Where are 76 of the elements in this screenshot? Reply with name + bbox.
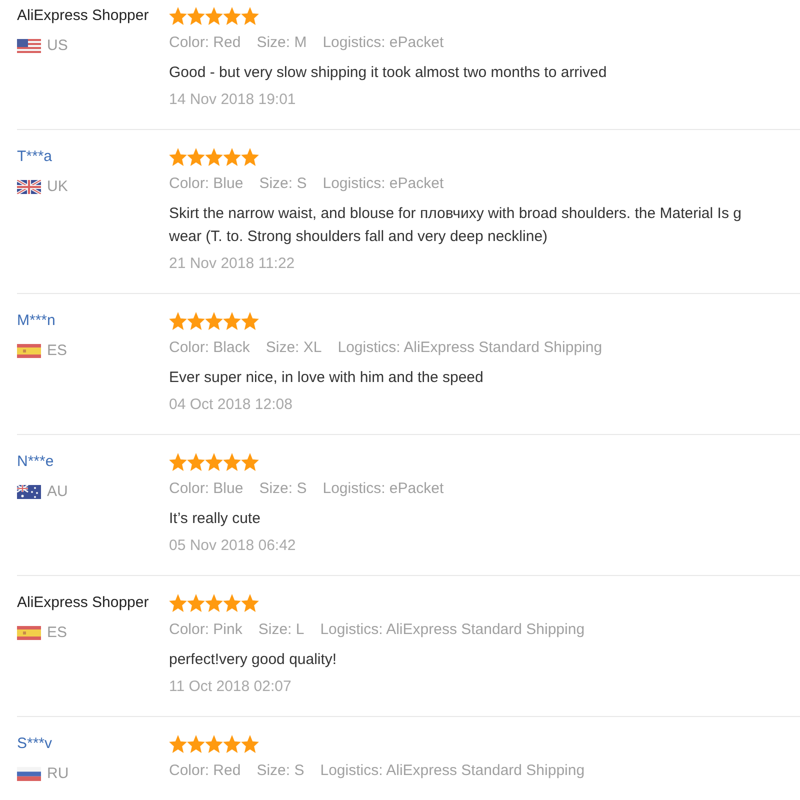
flag-icon xyxy=(17,767,41,781)
review-text: Skirt the narrow waist, and blouse for пловчиху with broad shoulders. the Material Is g wear (T. to. Strong shoulders fall and very deep neckline) xyxy=(169,204,742,247)
reviewer-link[interactable]: S***v xyxy=(17,734,52,754)
order-detail: Size: M xyxy=(256,33,307,53)
order-detail: Color: Blue xyxy=(169,479,244,499)
star-icon xyxy=(169,7,187,25)
country-code: UK xyxy=(47,177,68,197)
star-icon xyxy=(169,453,187,471)
order-detail: Logistics: ePacket xyxy=(322,479,444,499)
flag-icon xyxy=(17,344,41,358)
star-icon xyxy=(241,594,259,612)
flag-icon xyxy=(17,485,41,499)
reviewer-link[interactable]: T***a xyxy=(17,147,52,167)
flag-icon xyxy=(17,180,41,194)
flag-icon xyxy=(17,626,41,640)
review-text: Ever super nice, in love with him and the speed xyxy=(169,368,484,388)
star-icon xyxy=(241,312,259,330)
country-code: RU xyxy=(47,764,69,784)
review-text: It’s really cute xyxy=(169,509,260,529)
order-detail: Size: L xyxy=(258,620,304,640)
review-text: perfect!very good quality! xyxy=(169,650,337,670)
star-icon xyxy=(223,148,241,166)
star-icon xyxy=(223,312,241,330)
country-code: ES xyxy=(47,341,68,361)
review-date: 21 Nov 2018 11:22 xyxy=(169,254,295,274)
order-detail: Size: S xyxy=(256,761,304,781)
order-detail: Color: Black xyxy=(169,338,250,358)
order-detail: Logistics: ePacket xyxy=(322,174,444,194)
star-icon xyxy=(223,453,241,471)
review-text: Good - but very slow shipping it took almost two months to arrived xyxy=(169,63,607,83)
order-detail: Color: Red xyxy=(169,33,241,53)
star-icon xyxy=(205,312,223,330)
order-detail: Size: XL xyxy=(266,338,322,358)
order-detail: Color: Red xyxy=(169,761,241,781)
star-icon xyxy=(223,735,241,753)
star-icon xyxy=(241,453,259,471)
star-icon xyxy=(169,148,187,166)
star-icon xyxy=(241,148,259,166)
star-icon xyxy=(241,735,259,753)
star-icon xyxy=(187,735,205,753)
reviewer-name: AliExpress Shopper xyxy=(17,593,149,613)
reviewer-name: AliExpress Shopper xyxy=(17,6,149,26)
star-icon xyxy=(241,7,259,25)
star-icon xyxy=(223,594,241,612)
review-date: 05 Nov 2018 06:42 xyxy=(169,536,296,556)
reviewer-link[interactable]: N***e xyxy=(17,452,54,472)
order-detail: Logistics: AliExpress Standard Shipping xyxy=(338,338,602,358)
star-icon xyxy=(187,453,205,471)
star-icon xyxy=(169,594,187,612)
review-date: 04 Oct 2018 12:08 xyxy=(169,395,292,415)
star-icon xyxy=(169,735,187,753)
star-icon xyxy=(205,7,223,25)
order-detail: Logistics: AliExpress Standard Shipping xyxy=(320,620,585,640)
order-detail: Size: S xyxy=(259,479,307,499)
star-icon xyxy=(187,148,205,166)
order-detail: Size: S xyxy=(259,174,307,194)
star-icon xyxy=(205,594,223,612)
star-icon xyxy=(205,735,223,753)
star-icon xyxy=(205,148,223,166)
star-icon xyxy=(187,7,205,25)
country-code: ES xyxy=(47,623,68,643)
order-detail: Color: Pink xyxy=(169,620,242,640)
country-code: AU xyxy=(47,482,68,502)
flag-icon xyxy=(17,39,41,53)
star-icon xyxy=(205,453,223,471)
reviewer-link[interactable]: M***n xyxy=(17,311,56,331)
review-date: 11 Oct 2018 02:07 xyxy=(169,677,292,697)
star-icon xyxy=(187,312,205,330)
order-detail: Logistics: ePacket xyxy=(322,33,444,53)
review-date: 14 Nov 2018 19:01 xyxy=(169,90,296,110)
order-detail: Color: Blue xyxy=(169,174,244,194)
star-icon xyxy=(169,312,187,330)
star-icon xyxy=(187,594,205,612)
country-code: US xyxy=(47,36,68,56)
star-icon xyxy=(223,7,241,25)
order-detail: Logistics: AliExpress Standard Shipping xyxy=(320,761,585,781)
